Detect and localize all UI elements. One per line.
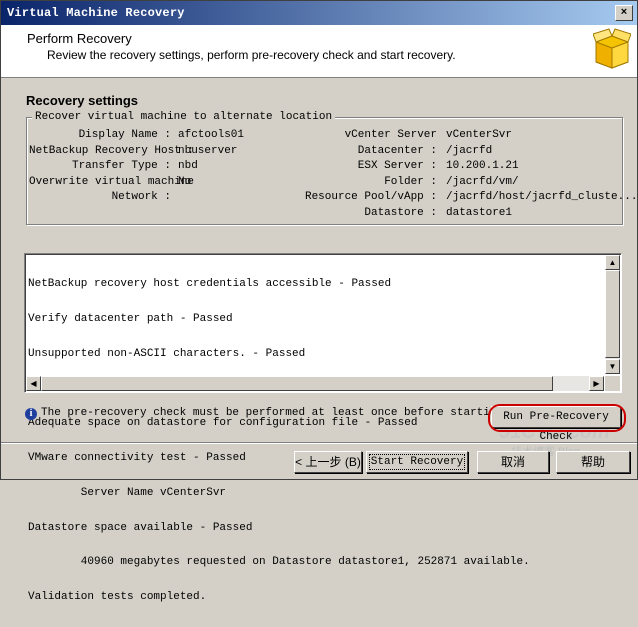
- folder-label: Folder :: [384, 176, 437, 188]
- overwrite-vm-label: Overwrite virtual machine: [29, 176, 195, 188]
- horizontal-scrollbar[interactable]: ◀ ▶: [26, 376, 604, 391]
- esx-server-value: 10.200.1.21: [446, 160, 519, 172]
- vertical-scrollbar[interactable]: ▲ ▼: [605, 255, 620, 374]
- esx-server-label: ESX Server :: [357, 160, 437, 172]
- transfer-type-value: nbd: [178, 160, 198, 172]
- overwrite-vm-value: No: [178, 176, 192, 188]
- log-line: NetBackup recovery host credentials acce…: [28, 278, 392, 291]
- recovery-host-value: nbuserver: [178, 145, 238, 157]
- cancel-button[interactable]: 取消: [477, 451, 549, 473]
- scroll-right-icon[interactable]: ▶: [589, 376, 604, 391]
- settings-group-title: Recover virtual machine to alternate loc…: [32, 111, 336, 123]
- display-name-label: Display Name :: [78, 129, 171, 141]
- recovery-window: Virtual Machine Recovery × Perform Recov…: [0, 0, 638, 603]
- vcenter-server-value: vCenterSvr: [446, 129, 513, 141]
- log-line: 40960 megabytes requested on Datastore d…: [28, 556, 530, 569]
- log-line: Server Name vCenterSvr: [28, 486, 227, 499]
- log-line: Validation tests completed.: [28, 591, 207, 604]
- resource-pool-value: /jacrfd/host/jacrfd_cluste...: [446, 191, 638, 203]
- datastore-label: Datastore :: [364, 207, 437, 219]
- horizontal-scroll-thumb[interactable]: [41, 376, 553, 391]
- page-title: Perform Recovery: [27, 31, 132, 46]
- close-button[interactable]: ×: [615, 5, 633, 21]
- display-name-value: afctools01: [178, 129, 245, 141]
- vertical-scroll-thumb[interactable]: [605, 270, 620, 358]
- page-subtitle: Review the recovery settings, perform pr…: [47, 48, 456, 62]
- highlight-annotation: [488, 404, 626, 432]
- scrollbar-corner: [605, 376, 620, 391]
- log-line: Datastore space available - Passed: [28, 521, 253, 534]
- scroll-up-icon[interactable]: ▲: [605, 255, 620, 270]
- resource-pool-label: Resource Pool/vApp :: [304, 191, 437, 203]
- title-bar: Virtual Machine Recovery ×: [1, 1, 637, 25]
- info-icon: i: [25, 408, 37, 420]
- vcenter-server-label: vCenter Server: [344, 129, 437, 141]
- transfer-type-label: Transfer Type :: [71, 160, 171, 172]
- scroll-left-icon[interactable]: ◀: [26, 376, 41, 391]
- precheck-info-text: The pre-recovery check must be performed…: [41, 407, 504, 419]
- precheck-log[interactable]: NetBackup recovery host credentials acce…: [24, 253, 622, 603]
- log-line: Adequate space on datastore for configur…: [28, 417, 418, 430]
- window-title: Virtual Machine Recovery: [7, 6, 185, 20]
- log-line: Verify datacenter path - Passed: [28, 312, 233, 325]
- scroll-down-icon[interactable]: ▼: [605, 359, 620, 374]
- datastore-value: datastore1: [446, 207, 513, 219]
- help-button[interactable]: 帮助: [556, 451, 630, 473]
- log-line: Unsupported non-ASCII characters. - Pass…: [28, 347, 306, 360]
- start-recovery-button[interactable]: Start Recovery: [366, 451, 468, 473]
- back-button[interactable]: < 上一步 (B): [294, 451, 362, 473]
- wizard-header: Perform Recovery Review the recovery set…: [1, 25, 637, 78]
- folder-value: /jacrfd/vm/: [446, 176, 519, 188]
- recovery-settings-heading: Recovery settings: [26, 93, 138, 108]
- datacenter-label: Datacenter :: [357, 145, 437, 157]
- network-label: Network :: [111, 191, 171, 203]
- datacenter-value: /jacrfd: [446, 145, 493, 157]
- recovery-host-label: NetBackup Recovery Host :: [29, 145, 195, 157]
- package-box-icon: [593, 28, 631, 69]
